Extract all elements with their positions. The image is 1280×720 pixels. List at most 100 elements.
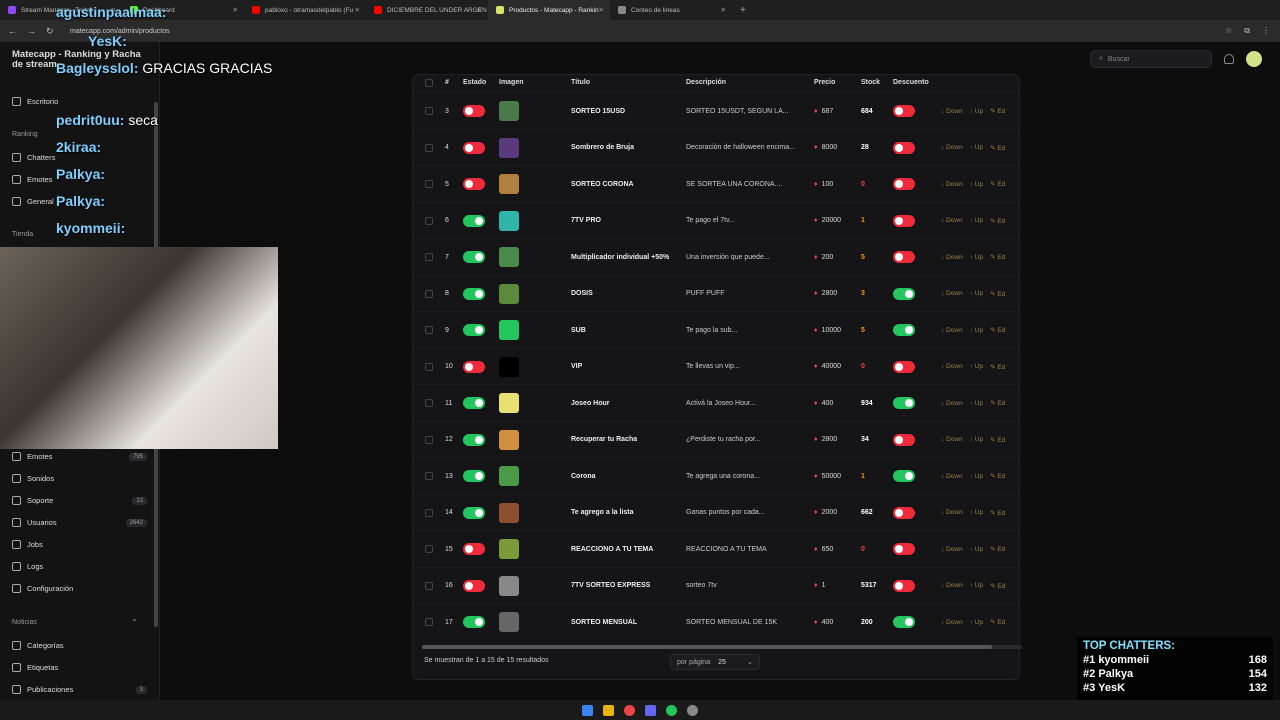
row-checkbox[interactable] (425, 289, 433, 298)
edit-button[interactable]: ✎ Ed (990, 326, 1005, 334)
extensions-icon[interactable]: ⧉ (1244, 26, 1250, 36)
table-row[interactable]: 6 7TV PRO Te pago el 7tv... ♦ 20000 1 ↓ D… (413, 201, 1019, 238)
edit-button[interactable]: ✎ Ed (990, 290, 1005, 298)
move-up-button[interactable]: ↑ Up (970, 181, 983, 188)
move-up-button[interactable]: ↑ Up (970, 509, 983, 516)
move-down-button[interactable]: ↓ Down (941, 144, 963, 151)
table-row[interactable]: 16 7TV SORTEO EXPRESS sorteo 7tv ♦ 1 5317… (413, 566, 1019, 603)
obs-icon[interactable] (687, 704, 698, 716)
table-row[interactable]: 12 Recuperar tu Racha ¿Perdiste tu racha… (413, 420, 1019, 457)
estado-toggle[interactable] (463, 324, 485, 336)
edit-button[interactable]: ✎ Ed (990, 618, 1005, 626)
move-down-button[interactable]: ↓ Down (941, 217, 963, 224)
descuento-toggle[interactable] (893, 178, 915, 190)
edit-button[interactable]: ✎ Ed (990, 472, 1005, 480)
move-up-button[interactable]: ↑ Up (970, 108, 983, 115)
chrome-icon[interactable] (624, 704, 635, 716)
table-row[interactable]: 4 Sombrero de Bruja Decoración de hallow… (413, 128, 1019, 165)
descuento-toggle[interactable] (893, 616, 915, 628)
descuento-toggle[interactable] (893, 470, 915, 482)
descuento-toggle[interactable] (893, 506, 915, 519)
estado-toggle[interactable] (463, 287, 485, 300)
sidebar-item-noticias[interactable]: Etiquetas (12, 663, 147, 672)
edit-button[interactable]: ✎ Ed (990, 180, 1005, 188)
estado-toggle[interactable] (463, 397, 485, 409)
edit-button[interactable]: ✎ Ed (990, 107, 1005, 115)
descuento-toggle[interactable] (893, 579, 915, 592)
estado-toggle[interactable] (463, 470, 485, 482)
close-icon[interactable]: ✕ (721, 6, 726, 14)
estado-toggle[interactable] (463, 433, 485, 446)
table-row[interactable]: 3 SORTEO 15USD SORTEO 15USDT, SEGUN LA..… (413, 92, 1019, 128)
descuento-toggle[interactable] (893, 105, 915, 117)
sidebar-item-noticias[interactable]: Categorías (12, 641, 147, 650)
col-imagen[interactable]: Imagen (499, 79, 524, 86)
sidebar-item-logs[interactable]: Logs (12, 562, 147, 571)
descuento-toggle[interactable] (893, 287, 915, 300)
estado-toggle[interactable] (463, 251, 485, 263)
move-down-button[interactable]: ↓ Down (941, 436, 963, 443)
table-row[interactable]: 9 SUB Te pago la sub... ♦ 10000 5 ↓ Down … (413, 311, 1019, 347)
sidebar-item-escritorio[interactable]: Escritorio (12, 97, 147, 106)
move-down-button[interactable]: ↓ Down (941, 400, 963, 407)
sidebar-item-soporte[interactable]: Soporte 13 (12, 496, 147, 505)
row-checkbox[interactable] (425, 618, 433, 626)
table-hscrollbar[interactable] (422, 645, 1022, 649)
new-tab-button[interactable]: + (732, 5, 754, 16)
sidebar-item-sonidos[interactable]: Sonidos (12, 474, 147, 483)
move-down-button[interactable]: ↓ Down (941, 181, 963, 188)
col-precio[interactable]: Precio (814, 79, 835, 86)
avatar[interactable] (1246, 51, 1262, 67)
move-down-button[interactable]: ↓ Down (941, 290, 963, 297)
edit-button[interactable]: ✎ Ed (990, 545, 1005, 553)
edit-button[interactable]: ✎ Ed (990, 217, 1005, 225)
chevron-up-icon[interactable]: ⌃ (131, 618, 138, 627)
col-descuento[interactable]: Descuento (893, 79, 929, 86)
row-checkbox[interactable] (425, 435, 433, 444)
row-checkbox[interactable] (425, 326, 433, 334)
table-row[interactable]: 13 Corona Te agrega una corona... ♦ 50000… (413, 457, 1019, 493)
move-up-button[interactable]: ↑ Up (970, 363, 983, 370)
select-all-checkbox[interactable] (425, 79, 433, 87)
move-down-button[interactable]: ↓ Down (941, 619, 963, 626)
menu-icon[interactable]: ⋮ (1262, 26, 1270, 36)
col-descripcion[interactable]: Descripción (686, 79, 726, 86)
move-down-button[interactable]: ↓ Down (941, 509, 963, 516)
bookmark-icon[interactable]: ☆ (1225, 26, 1232, 36)
estado-toggle[interactable] (463, 543, 485, 555)
close-icon[interactable]: ✕ (599, 6, 604, 14)
row-checkbox[interactable] (425, 472, 433, 480)
estado-toggle[interactable] (463, 141, 485, 154)
move-down-button[interactable]: ↓ Down (941, 327, 963, 334)
descuento-toggle[interactable] (893, 141, 915, 154)
row-checkbox[interactable] (425, 362, 433, 371)
table-row[interactable]: 17 SORTEO MENSUAL SORTEO MENSUAL DE 15K … (413, 603, 1019, 639)
table-row[interactable]: 10 VIP Te llevas un vip... ♦ 40000 0 ↓ Do… (413, 347, 1019, 384)
close-icon[interactable]: ✕ (477, 6, 482, 14)
sidebar-item-jobs[interactable]: Jobs (12, 540, 147, 549)
browser-tab[interactable]: DICIEMBRE DEL UNDER ARGEN ✕ (366, 0, 488, 20)
sidebar-item-emotes[interactable]: Emotes 795 (12, 452, 147, 461)
row-checkbox[interactable] (425, 253, 433, 261)
row-checkbox[interactable] (425, 143, 433, 152)
estado-toggle[interactable] (463, 506, 485, 519)
row-checkbox[interactable] (425, 508, 433, 517)
table-row[interactable]: 14 Te agrego a la lista Ganas puntos por… (413, 493, 1019, 530)
move-up-button[interactable]: ↑ Up (970, 582, 983, 589)
sidebar-item-configuración[interactable]: Configuración (12, 584, 147, 593)
edit-button[interactable]: ✎ Ed (990, 144, 1005, 152)
explorer-icon[interactable] (603, 704, 614, 716)
col-titulo[interactable]: Título (571, 79, 590, 86)
descuento-toggle[interactable] (893, 324, 915, 336)
move-down-button[interactable]: ↓ Down (941, 254, 963, 261)
estado-toggle[interactable] (463, 214, 485, 227)
move-down-button[interactable]: ↓ Down (941, 473, 963, 480)
move-up-button[interactable]: ↑ Up (970, 619, 983, 626)
table-row[interactable]: 15 REACCIONO A TU TEMA REACCIONO A TU TE… (413, 530, 1019, 566)
estado-toggle[interactable] (463, 105, 485, 117)
row-checkbox[interactable] (425, 107, 433, 115)
start-icon[interactable] (582, 704, 593, 716)
move-up-button[interactable]: ↑ Up (970, 217, 983, 224)
move-up-button[interactable]: ↑ Up (970, 327, 983, 334)
close-icon[interactable]: ✕ (355, 6, 360, 14)
